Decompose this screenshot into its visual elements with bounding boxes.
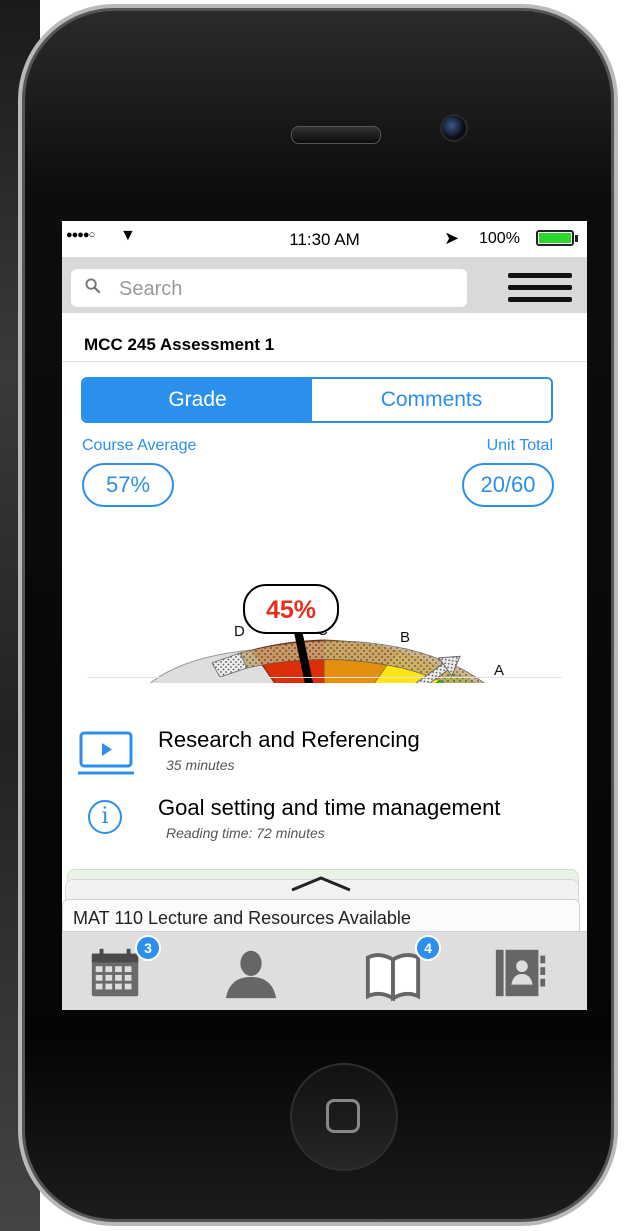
resource-title: Goal setting and time management bbox=[158, 795, 501, 820]
book-icon bbox=[365, 953, 421, 1002]
divider bbox=[87, 677, 562, 678]
menu-bar bbox=[508, 285, 572, 290]
front-camera bbox=[440, 114, 468, 142]
tab-contacts[interactable] bbox=[482, 932, 582, 1010]
home-square-icon bbox=[326, 1099, 360, 1133]
search-placeholder: Search bbox=[119, 278, 183, 300]
hamburger-menu-icon[interactable] bbox=[508, 273, 572, 305]
battery-tip bbox=[575, 235, 578, 242]
grade-label-b: B bbox=[400, 629, 410, 646]
course-average-label: Course Average bbox=[82, 437, 197, 454]
divider bbox=[62, 361, 587, 362]
needle-value: 45% bbox=[266, 596, 316, 624]
resource-item[interactable]: Research and Referencing 35 minutes bbox=[62, 727, 587, 787]
tab-profile[interactable] bbox=[204, 932, 304, 1010]
location-icon: ➤ bbox=[444, 228, 460, 248]
battery-fill bbox=[539, 233, 571, 243]
chevron-up-icon[interactable] bbox=[288, 875, 354, 893]
resource-item[interactable]: i Goal setting and time management Readi… bbox=[62, 795, 587, 855]
person-icon bbox=[225, 950, 277, 999]
contacts-icon bbox=[495, 949, 546, 997]
home-button[interactable] bbox=[290, 1063, 398, 1171]
video-icon bbox=[78, 731, 134, 775]
notification-drawer[interactable]: MAT 110 Lecture and Resources Available bbox=[62, 869, 587, 939]
resource-subtitle: Reading time: 72 minutes bbox=[166, 825, 325, 841]
search-input[interactable]: Search bbox=[71, 269, 467, 307]
assessment-card: MCC 245 Assessment 1 Grade Comments D B … bbox=[62, 313, 587, 873]
assessment-title: MCC 245 Assessment 1 bbox=[84, 335, 275, 354]
resource-subtitle: 35 minutes bbox=[166, 757, 235, 773]
course-average-value: 57% bbox=[82, 463, 174, 507]
resource-title: Research and Referencing bbox=[158, 727, 420, 752]
menu-bar bbox=[508, 273, 572, 278]
status-bar: ●●●●○ ▼ 11:30 AM ➤ 100% bbox=[62, 221, 587, 257]
badge-library: 4 bbox=[415, 935, 441, 961]
unit-total-value: 20/60 bbox=[462, 463, 554, 507]
segmented-control: Grade Comments bbox=[81, 377, 553, 423]
badge-calendar: 3 bbox=[135, 935, 161, 961]
battery-percent: 100% bbox=[479, 230, 520, 247]
battery-icon bbox=[536, 230, 574, 246]
grade-label-d: D bbox=[234, 623, 245, 640]
tab-library[interactable]: 4 bbox=[352, 932, 452, 1010]
speaker-grille bbox=[291, 126, 381, 144]
tab-comments[interactable]: Comments bbox=[312, 379, 551, 421]
tab-bar: 3 4 bbox=[62, 931, 587, 1010]
unit-total-label: Unit Total bbox=[486, 437, 553, 454]
tab-calendar[interactable]: 3 bbox=[78, 932, 178, 1010]
drawer-text: MAT 110 Lecture and Resources Available bbox=[73, 908, 411, 928]
info-icon: i bbox=[88, 800, 122, 834]
search-bar: Search bbox=[62, 257, 587, 313]
search-icon bbox=[85, 278, 100, 293]
phone-screen: ●●●●○ ▼ 11:30 AM ➤ 100% Search MCC 245 A… bbox=[62, 221, 587, 1010]
tab-grade[interactable]: Grade bbox=[83, 379, 312, 421]
menu-bar bbox=[508, 297, 572, 302]
